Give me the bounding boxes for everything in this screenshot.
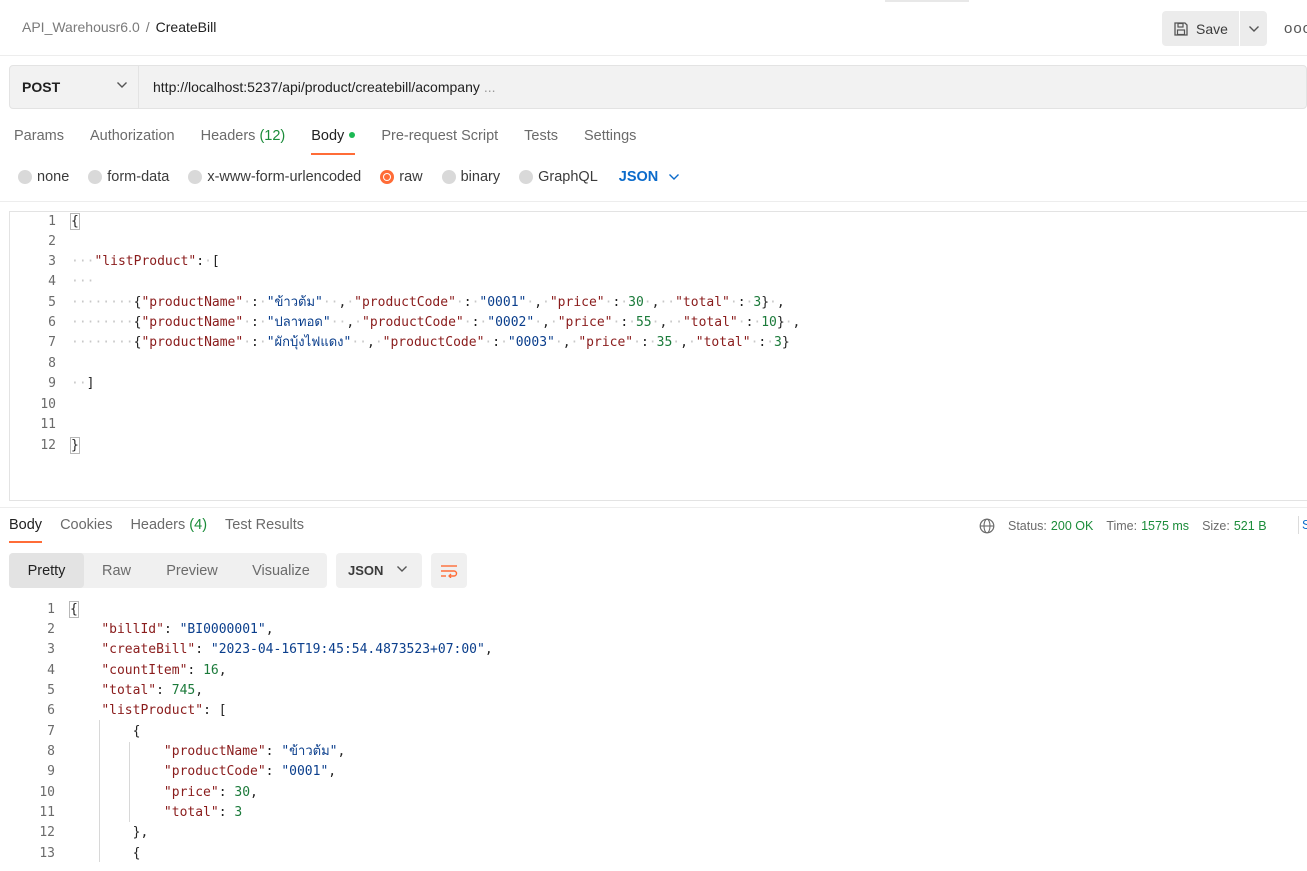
globe-icon[interactable] bbox=[979, 518, 995, 534]
body-language-select[interactable]: JSON bbox=[619, 169, 681, 185]
body-type-selector: none form-data x-www-form-urlencoded raw… bbox=[18, 169, 680, 185]
breadcrumb-request-name[interactable]: CreateBill bbox=[156, 19, 217, 35]
tab-cookies[interactable]: Cookies bbox=[60, 517, 112, 542]
code-line: 11 "total": 3 bbox=[39, 805, 243, 820]
tab-headers[interactable]: Headers (12) bbox=[201, 128, 286, 154]
method-select[interactable]: POST bbox=[10, 66, 139, 108]
body-type-form-data[interactable]: form-data bbox=[88, 169, 169, 185]
time-value[interactable]: 1575 ms bbox=[1141, 519, 1189, 533]
request-tabs: Params Authorization Headers (12) Body P… bbox=[14, 128, 662, 155]
view-visualize-button[interactable]: Visualize bbox=[235, 553, 327, 588]
body-type-raw[interactable]: raw bbox=[380, 169, 423, 185]
save-label: Save bbox=[1196, 20, 1228, 37]
save-button[interactable]: Save bbox=[1162, 11, 1239, 46]
code-line: 9 "productCode": "0001", bbox=[47, 764, 337, 779]
save-response-link[interactable]: S bbox=[1302, 518, 1307, 532]
tab-test-results[interactable]: Test Results bbox=[225, 517, 304, 542]
url-input[interactable]: http://localhost:5237/api/product/create… bbox=[153, 79, 496, 95]
tab-authorization[interactable]: Authorization bbox=[90, 128, 175, 154]
tab-params[interactable]: Params bbox=[14, 128, 64, 154]
code-line: 1{ bbox=[47, 601, 79, 618]
code-line: 2 bbox=[48, 234, 56, 249]
tab-settings[interactable]: Settings bbox=[584, 128, 636, 154]
breadcrumb-separator: / bbox=[145, 19, 150, 35]
code-line: 7 ········{"productName"·:·"ผักบุ้งไฟแดง"… bbox=[48, 335, 790, 350]
divider bbox=[1298, 516, 1299, 534]
code-line: 3 "createBill": "2023-04-16T19:45:54.487… bbox=[47, 642, 493, 657]
code-line: 12 }, bbox=[39, 825, 149, 840]
body-type-none[interactable]: none bbox=[18, 169, 69, 185]
code-line: 11 bbox=[40, 417, 56, 432]
code-line: 10 "price": 30, bbox=[39, 785, 258, 800]
code-line: 13 { bbox=[39, 846, 141, 861]
code-line: 8 "productName": "ข้าวต้ม", bbox=[47, 744, 346, 759]
code-line: 10 bbox=[40, 397, 56, 412]
body-indicator-dot bbox=[349, 132, 356, 138]
wrap-lines-button[interactable] bbox=[431, 553, 467, 588]
request-body-editor[interactable]: 1{ 2 3 ···"listProduct":·[ 4 ··· 5 ········… bbox=[9, 211, 1307, 501]
status-label: Status: bbox=[1008, 519, 1047, 533]
radio-button-selected[interactable] bbox=[380, 170, 395, 184]
view-raw-button[interactable]: Raw bbox=[84, 553, 149, 588]
response-format-select[interactable]: JSON bbox=[336, 553, 422, 588]
tab-response-body[interactable]: Body bbox=[9, 517, 43, 543]
breadcrumb: API_Warehousr6.0 / CreateBill bbox=[22, 19, 216, 35]
radio-button[interactable] bbox=[519, 170, 534, 184]
code-line: 9 ··] bbox=[48, 376, 95, 391]
tab-response-headers[interactable]: Headers (4) bbox=[130, 517, 207, 542]
radio-button[interactable] bbox=[88, 170, 103, 184]
code-line: 8 bbox=[48, 356, 56, 371]
response-view-selector: Pretty Raw Preview Visualize bbox=[9, 553, 327, 588]
code-line: 2 "billId": "BI0000001", bbox=[47, 622, 274, 637]
body-type-urlencoded[interactable]: x-www-form-urlencoded bbox=[188, 169, 361, 185]
save-options-button[interactable] bbox=[1240, 11, 1267, 46]
response-status-bar: Status: 200 OK Time: 1575 ms Size: 521 B bbox=[979, 518, 1280, 534]
response-headers-count: (4) bbox=[189, 517, 208, 533]
code-line: 4 "countItem": 16, bbox=[47, 663, 227, 678]
code-line: 3 ···"listProduct":·[ bbox=[48, 254, 220, 269]
response-body-viewer[interactable]: 1{ 2 "billId": "BI0000001", 3 "createBil… bbox=[9, 600, 1307, 862]
request-header: API_Warehousr6.0 / CreateBill Save ooo bbox=[0, 0, 1307, 56]
save-group: Save bbox=[1162, 11, 1267, 46]
method-label: POST bbox=[22, 79, 61, 95]
code-line: 7 { bbox=[47, 724, 141, 739]
size-value[interactable]: 521 B bbox=[1234, 519, 1267, 533]
status-value[interactable]: 200 OK bbox=[1051, 519, 1093, 533]
view-pretty-button[interactable]: Pretty bbox=[9, 553, 84, 588]
body-type-graphql[interactable]: GraphQL bbox=[519, 169, 598, 185]
url-value: http://localhost:5237/api/product/create… bbox=[153, 79, 480, 95]
divider bbox=[0, 201, 1307, 202]
tab-body[interactable]: Body bbox=[311, 128, 356, 155]
time-label: Time: bbox=[1106, 519, 1138, 533]
divider bbox=[0, 507, 1307, 508]
chevron-down-icon bbox=[397, 566, 407, 572]
code-line: 1{ bbox=[48, 213, 80, 230]
radio-button[interactable] bbox=[188, 170, 203, 184]
code-line: 5 "total": 745, bbox=[47, 683, 204, 698]
radio-button[interactable] bbox=[18, 170, 32, 184]
chevron-down-icon bbox=[1248, 25, 1259, 32]
code-line: 12} bbox=[40, 437, 80, 454]
size-label: Size: bbox=[1202, 519, 1230, 533]
top-divider bbox=[885, 0, 969, 2]
save-icon bbox=[1174, 21, 1188, 36]
response-tabs: Body Cookies Headers (4) Test Results bbox=[9, 517, 322, 543]
wrap-lines-icon bbox=[441, 564, 458, 578]
code-line: 6 ········{"productName"·:·"ปลาทอด"··,·"p… bbox=[48, 315, 801, 330]
chevron-down-icon bbox=[669, 174, 680, 180]
chevron-down-icon bbox=[117, 82, 127, 88]
code-line: 6 "listProduct": [ bbox=[47, 703, 227, 718]
code-line: 4 ··· bbox=[48, 274, 95, 289]
url-ellipsis: ... bbox=[483, 79, 496, 95]
radio-button[interactable] bbox=[441, 170, 456, 184]
tab-pre-request-script[interactable]: Pre-request Script bbox=[381, 128, 498, 154]
breadcrumb-collection[interactable]: API_Warehousr6.0 bbox=[22, 19, 140, 35]
url-bar: POST http://localhost:5237/api/product/c… bbox=[9, 65, 1307, 109]
view-preview-button[interactable]: Preview bbox=[149, 553, 235, 588]
more-options-icon[interactable]: ooo bbox=[1284, 20, 1307, 37]
code-line: 5 ········{"productName"·:·"ข้าวต้ม"··,·"… bbox=[48, 295, 785, 310]
headers-count: (12) bbox=[259, 128, 286, 144]
tab-tests[interactable]: Tests bbox=[524, 128, 558, 154]
body-type-binary[interactable]: binary bbox=[441, 169, 500, 185]
